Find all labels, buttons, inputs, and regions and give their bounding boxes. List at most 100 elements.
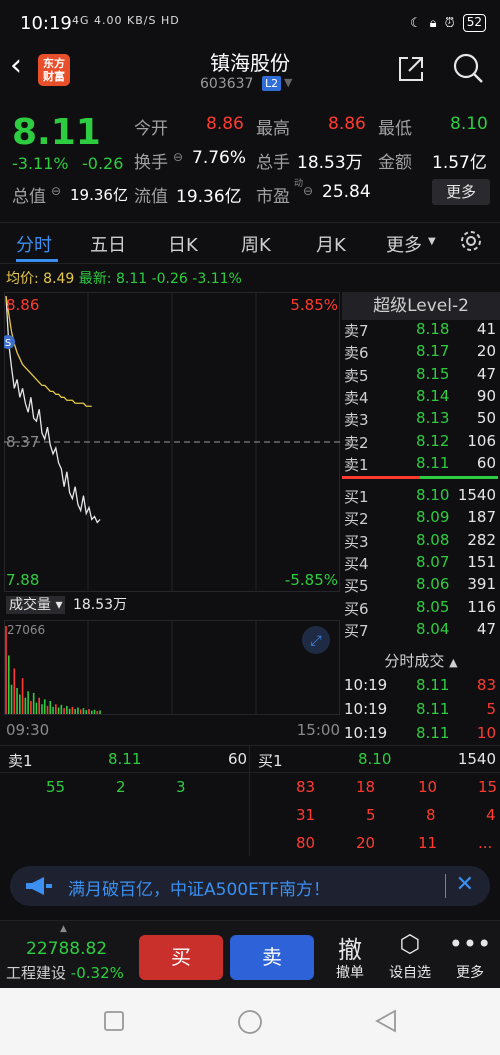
- orderbook-ask-row[interactable]: 卖3 8.13 50: [344, 409, 498, 431]
- caret-up-icon[interactable]: ▲: [60, 924, 67, 934]
- orderbook-bid-row[interactable]: 买1 8.10 1540: [344, 486, 498, 508]
- volume-bar: [35, 702, 38, 714]
- volume-selector[interactable]: 成交量 ▾: [6, 596, 66, 614]
- orderbook-bid-row[interactable]: 买3 8.08 282: [344, 531, 498, 553]
- add-watchlist-button[interactable]: ⬡ 设自选: [385, 930, 435, 982]
- promo-banner[interactable]: 满月破百亿，中证A500ETF南方！ ✕: [10, 866, 490, 906]
- volume-total: 18.53万: [72, 597, 128, 613]
- index-value[interactable]: 22788.82: [26, 939, 107, 959]
- orderbook-bid-row[interactable]: 买7 8.04 47: [344, 620, 498, 642]
- pe-label: 市盈: [256, 187, 290, 207]
- orderbook-ask-row[interactable]: 卖4 8.14 90: [344, 387, 498, 409]
- moon-icon: ☾: [410, 15, 422, 31]
- orderbook-bid-row[interactable]: 买5 8.06 391: [344, 575, 498, 597]
- volume-bar: [82, 708, 85, 714]
- index-name-label: 工程建设: [6, 964, 67, 982]
- more-menu-button[interactable]: ••• 更多: [445, 930, 495, 982]
- mktcap-value: 19.36亿: [70, 186, 128, 204]
- orderbook-ask-row[interactable]: 卖6 8.17 20: [344, 342, 498, 364]
- search-icon[interactable]: [452, 52, 484, 84]
- tab-intraday[interactable]: 分时: [16, 231, 52, 257]
- axis-top-price: 8.86: [6, 296, 39, 314]
- bid-label: 买1: [344, 488, 369, 506]
- ask-price: 8.18: [416, 320, 450, 338]
- info-icon[interactable]: ⊖: [173, 150, 183, 164]
- avg-value: 8.49: [43, 271, 75, 287]
- mktcap-label: 总值: [12, 187, 46, 207]
- tab-weekly-k[interactable]: 周K: [241, 231, 271, 257]
- queue-bid-item: ...: [478, 834, 493, 852]
- vol-max-label: 27066: [7, 623, 45, 637]
- volume-bar: [16, 687, 18, 714]
- queue-bid-item: 80: [296, 834, 316, 852]
- banner-text[interactable]: 满月破百亿，中证A500ETF南方！: [68, 875, 330, 900]
- trades-title[interactable]: 分时成交 ▲: [342, 650, 500, 671]
- queue-ask-vol: 60: [228, 750, 248, 768]
- caret-up-icon: ▲: [449, 656, 458, 669]
- last-change: -0.26: [151, 271, 188, 287]
- info-icon[interactable]: ⊖: [303, 184, 313, 198]
- tab-monthly-k[interactable]: 月K: [316, 231, 346, 257]
- bid-price: 8.09: [416, 508, 450, 527]
- cancel-order-button[interactable]: 撤 撤单: [325, 930, 375, 982]
- volume-bar: [93, 709, 96, 714]
- volume-bar: [79, 709, 82, 714]
- tab-daily-k[interactable]: 日K: [168, 231, 198, 257]
- caret-down-icon[interactable]: ▼: [428, 236, 436, 247]
- orderbook-bid-row[interactable]: 买4 8.07 151: [344, 553, 498, 575]
- high-value: 8.86: [328, 114, 366, 134]
- buy-button[interactable]: 买: [139, 935, 223, 980]
- volume-bar: [96, 711, 99, 714]
- orderbook-bid-row[interactable]: 买6 8.05 116: [344, 598, 498, 620]
- orderbook-ask-row[interactable]: 卖5 8.15 47: [344, 365, 498, 387]
- recent-apps-icon[interactable]: [103, 1010, 125, 1032]
- axis-mid-price: 8.37: [6, 433, 39, 451]
- bid-price: 8.10: [416, 486, 450, 504]
- bid-label: 买5: [344, 577, 369, 596]
- orderbook-ask-row[interactable]: 卖2 8.12 106: [344, 432, 498, 454]
- intraday-chart[interactable]: 8.86 8.37 7.88 5.85% -5.85% S: [4, 292, 340, 592]
- bid-volume: 282: [467, 530, 496, 549]
- volume-bar: [52, 706, 54, 714]
- trade-price: 8.11: [416, 724, 450, 742]
- volume-chart[interactable]: 27066 ⤢: [4, 620, 340, 715]
- home-icon[interactable]: [236, 1008, 264, 1036]
- volume-bar: [57, 707, 60, 714]
- queue-bid-item: 5: [366, 806, 376, 824]
- orderbook-ask-row[interactable]: 卖1 8.11 60: [344, 454, 498, 476]
- ask-price: 8.13: [416, 409, 450, 428]
- more-button[interactable]: 更多: [432, 179, 490, 205]
- orderbook-ask-row[interactable]: 卖7 8.18 41: [344, 320, 498, 342]
- open-label: 今开: [134, 119, 168, 139]
- queue-ask-price: 8.11: [108, 750, 142, 768]
- tab-five-day[interactable]: 五日: [90, 231, 126, 257]
- float-label: 流值: [134, 187, 168, 207]
- back-icon[interactable]: [374, 1009, 398, 1033]
- share-icon[interactable]: [396, 54, 426, 84]
- sell-button[interactable]: 卖: [230, 935, 314, 980]
- trade-volume: 83: [476, 676, 496, 694]
- stock-code: 603637: [200, 76, 254, 92]
- volume-bar: [60, 704, 63, 714]
- queue-bid-item: 10: [418, 778, 438, 796]
- trades-title-label: 分时成交: [384, 652, 445, 670]
- index-pct: -0.32%: [70, 964, 124, 982]
- volume-value: 18.53万: [297, 153, 363, 173]
- chevron-down-icon[interactable]: ▼: [284, 76, 292, 89]
- gear-icon[interactable]: [458, 228, 484, 254]
- volume-bar: [5, 626, 7, 714]
- volume-bar: [13, 668, 16, 714]
- orderbook-bid-row[interactable]: 买2 8.09 187: [344, 508, 498, 530]
- l2-badge[interactable]: L2: [262, 76, 282, 91]
- ask-price: 8.17: [416, 342, 450, 361]
- volume-bar: [46, 705, 49, 714]
- volume-bar: [38, 697, 40, 714]
- watchlist-icon: ⬡: [399, 930, 421, 958]
- level2-title[interactable]: 超级Level-2: [342, 292, 500, 320]
- queue-ask-item: 3: [176, 778, 186, 796]
- index-name[interactable]: 工程建设 -0.32%: [6, 962, 124, 983]
- ask-label: 卖3: [344, 411, 369, 430]
- info-icon[interactable]: ⊖: [51, 184, 61, 198]
- close-icon[interactable]: ✕: [456, 872, 474, 897]
- tab-more[interactable]: 更多: [386, 231, 422, 257]
